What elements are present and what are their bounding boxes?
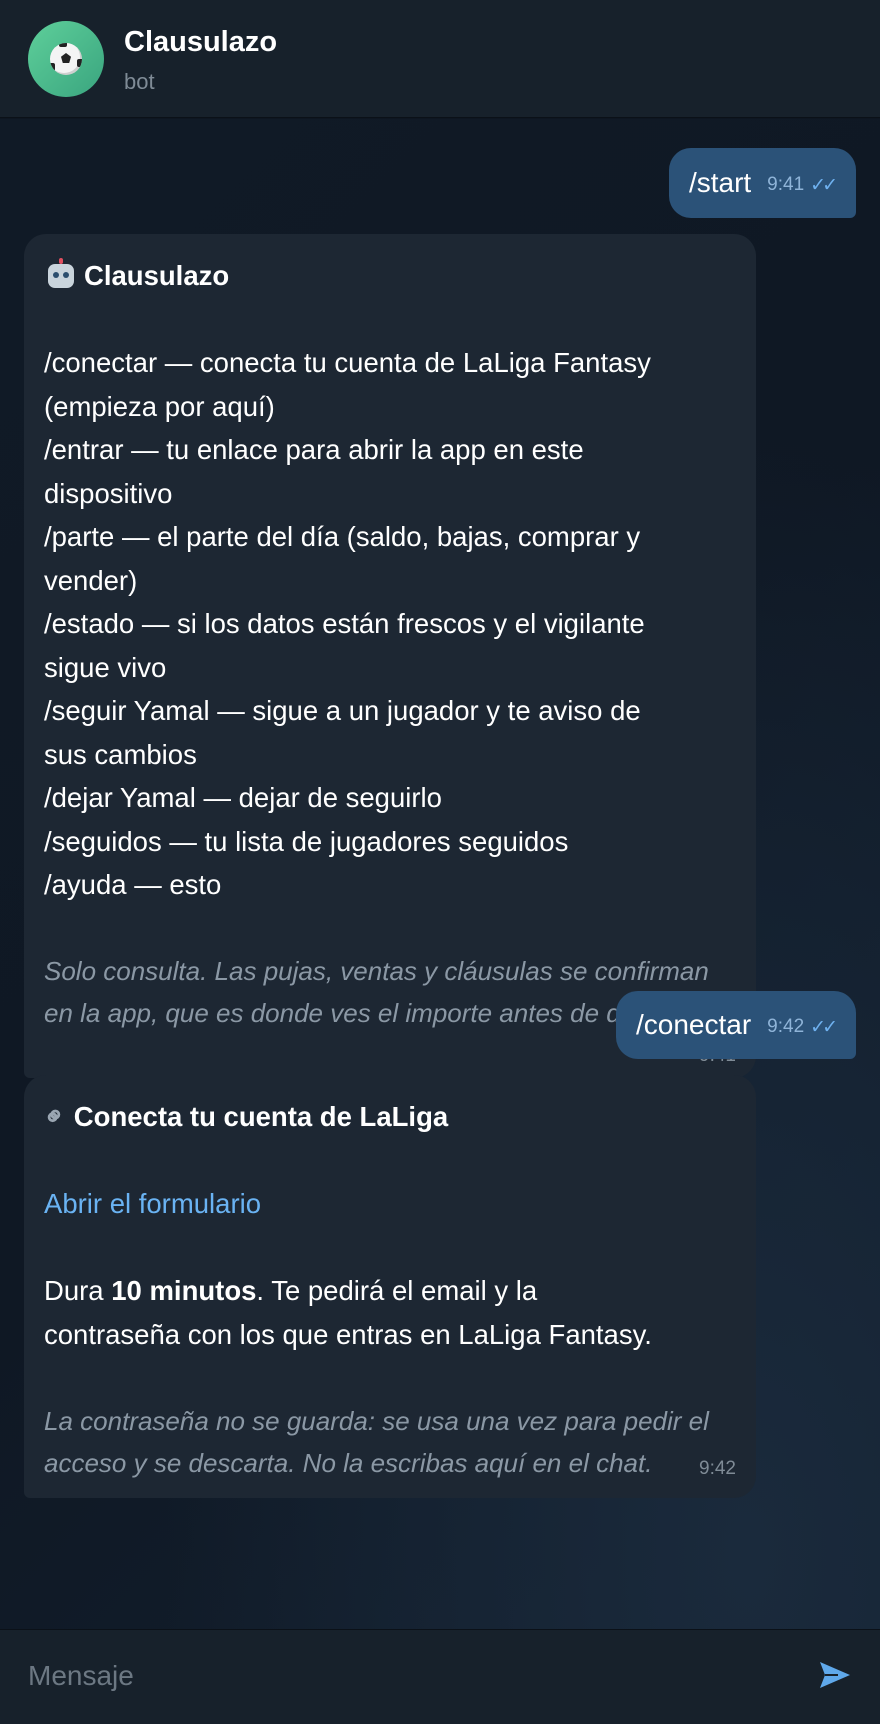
read-checks-icon: ✓✓ bbox=[810, 174, 838, 196]
command-line: vender) bbox=[44, 564, 138, 596]
link-icon: ⚭ bbox=[36, 1097, 73, 1135]
message-text: /start bbox=[688, 167, 752, 198]
send-icon[interactable] bbox=[818, 1660, 852, 1690]
message-meta: 9:41 ✓✓ bbox=[767, 174, 838, 197]
command-line[interactable]: /conectar — conecta tu cuenta de LaLiga … bbox=[44, 341, 736, 385]
note-line: La contraseña no se guarda: se usa una v… bbox=[44, 1405, 709, 1436]
command-line[interactable]: /entrar — tu enlace para abrir la app en… bbox=[44, 428, 736, 472]
command-list: /conectar — conecta tu cuenta de LaLiga … bbox=[44, 341, 736, 907]
body-suffix: . Te pedirá el email y la bbox=[256, 1275, 538, 1306]
robot-icon bbox=[48, 257, 74, 288]
outgoing-message[interactable]: /start 9:41 ✓✓ bbox=[668, 148, 856, 218]
chat-subtitle: bot bbox=[124, 69, 155, 94]
command-line: dispositivo bbox=[44, 477, 173, 509]
message-meta: 9:42 ✓✓ bbox=[767, 1016, 838, 1039]
command-line: (empieza por aquí) bbox=[44, 390, 275, 422]
message-title-line: Clausulazo bbox=[44, 254, 736, 298]
message-time: 9:42 bbox=[699, 1457, 736, 1479]
message-title: Clausulazo bbox=[84, 260, 230, 291]
note-line: acceso y se descarta. No la escribas aqu… bbox=[44, 1442, 736, 1484]
chat-title[interactable]: Clausulazo bbox=[124, 26, 277, 59]
message-time: 9:41 bbox=[767, 174, 805, 195]
outgoing-message[interactable]: /conectar 9:42 ✓✓ bbox=[616, 991, 856, 1059]
body-prefix: Dura bbox=[44, 1275, 112, 1306]
command-line[interactable]: /seguidos — tu lista de jugadores seguid… bbox=[44, 820, 736, 864]
note-line: Solo consulta. Las pujas, ventas y cláus… bbox=[44, 956, 709, 986]
message-title-line: ⚭ Conecta tu cuenta de LaLiga bbox=[36, 1095, 736, 1139]
command-line[interactable]: /parte — el parte del día (saldo, bajas,… bbox=[44, 515, 736, 559]
message-list[interactable]: /start 9:41 ✓✓ Clausulazo /conectar — co… bbox=[0, 119, 880, 1629]
command-line[interactable]: /ayuda — esto bbox=[44, 863, 736, 907]
incoming-message[interactable]: Clausulazo /conectar — conecta tu cuenta… bbox=[24, 234, 756, 1078]
open-form-link[interactable]: Abrir el formulario bbox=[44, 1182, 736, 1226]
message-title: Conecta tu cuenta de LaLiga bbox=[73, 1101, 449, 1132]
password-note: La contraseña no se guarda: se usa una v… bbox=[44, 1400, 736, 1498]
read-checks-icon: ✓✓ bbox=[810, 1016, 838, 1038]
message-body: Dura 10 minutos. Te pedirá el email y la bbox=[44, 1269, 736, 1313]
composer-bar bbox=[0, 1629, 880, 1724]
message-input[interactable] bbox=[28, 1660, 788, 1692]
command-line[interactable]: /dejar Yamal — dejar de seguirlo bbox=[44, 776, 736, 820]
body-bold: 10 minutos bbox=[111, 1275, 257, 1306]
message-text: /conectar bbox=[636, 1009, 752, 1040]
soccer-ball-icon bbox=[50, 43, 82, 75]
command-line: sigue vivo bbox=[44, 651, 167, 683]
bot-avatar[interactable] bbox=[28, 21, 104, 97]
message-body-line: contraseña con los que entras en LaLiga … bbox=[44, 1318, 652, 1350]
command-line: sus cambios bbox=[44, 738, 197, 770]
incoming-message[interactable]: ⚭ Conecta tu cuenta de LaLiga Abrir el f… bbox=[24, 1075, 756, 1498]
chat-header: Clausulazo bot bbox=[0, 0, 880, 118]
message-time: 9:42 bbox=[767, 1016, 805, 1037]
command-line[interactable]: /estado — si los datos están frescos y e… bbox=[44, 602, 736, 646]
command-line[interactable]: /seguir Yamal — sigue a un jugador y te … bbox=[44, 689, 736, 733]
